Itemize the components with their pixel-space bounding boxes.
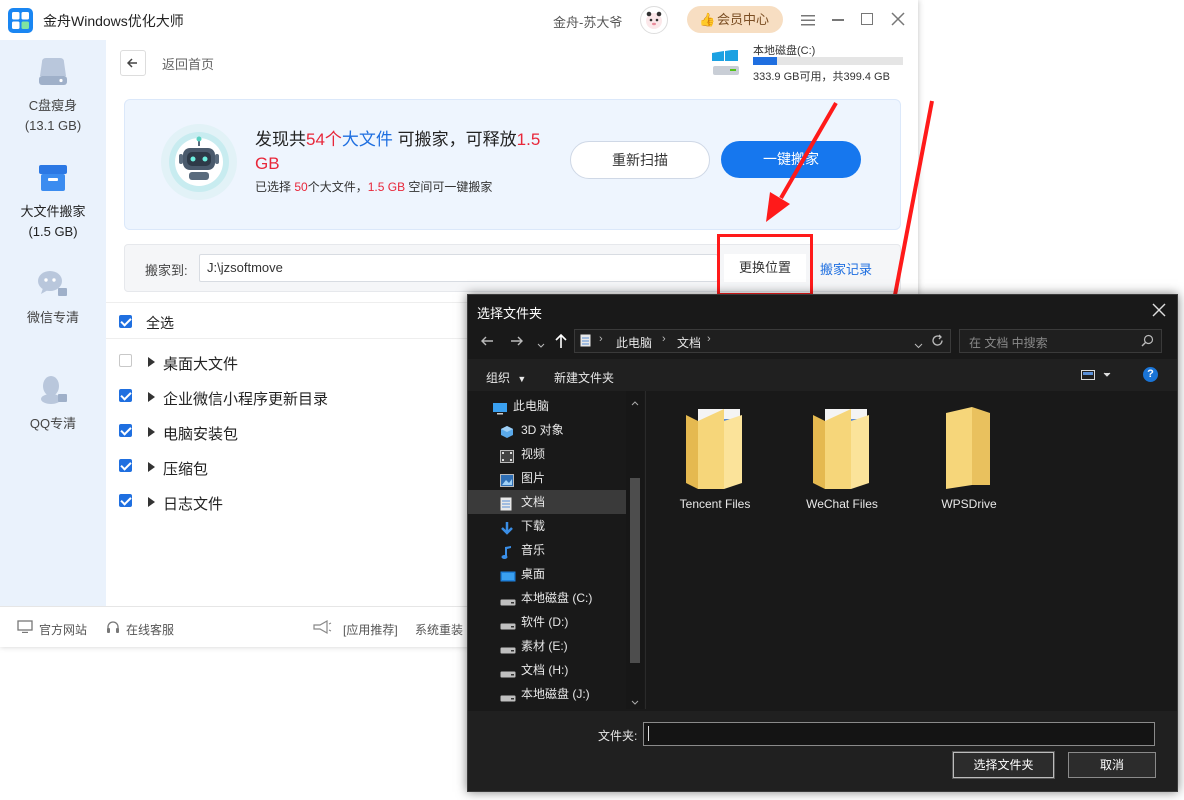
scrollbar-thumb[interactable] xyxy=(630,478,640,663)
text-caret xyxy=(648,726,649,741)
search-placeholder: 在 文档 中搜索 xyxy=(969,336,1048,350)
nav-item-3d对象[interactable]: 3D 对象 xyxy=(468,418,644,442)
toolbar: 组织 ▼ 新建文件夹 ? xyxy=(468,359,1177,391)
folder-name-input[interactable] xyxy=(643,722,1155,746)
search-icon xyxy=(1141,334,1154,347)
nav-up-icon[interactable] xyxy=(554,333,568,349)
3d-icon xyxy=(500,423,514,438)
nav-forward-icon[interactable] xyxy=(510,334,524,348)
cancel-button[interactable]: 取消 xyxy=(1068,752,1156,778)
organize-label: 组织 xyxy=(486,371,511,385)
nav-item-本地磁盘c:[interactable]: 本地磁盘 (C:) xyxy=(468,586,644,610)
drive-icon xyxy=(500,687,516,702)
nav-item-本地磁盘j:[interactable]: 本地磁盘 (J:) xyxy=(468,682,644,706)
nav-item-label: 文档 xyxy=(521,495,546,509)
folder-tencent-files[interactable]: Tencent Files xyxy=(660,405,770,515)
scroll-up-icon[interactable] xyxy=(631,395,639,406)
select-folder-button[interactable]: 选择文件夹 xyxy=(952,751,1055,779)
folder-label: WeChat Files xyxy=(806,497,878,511)
folder-grid: Tencent Files WeChat Files WPSDrive xyxy=(648,391,1177,709)
folder-picker-dialog: 选择文件夹 › 此电脑 › 文档 › 在 文档 中搜索 组织 ▼ 新建文件夹 ?… xyxy=(467,294,1178,792)
annotation-arrowhead-1 xyxy=(766,192,790,222)
help-icon[interactable]: ? xyxy=(1143,367,1158,382)
nav-back-icon[interactable] xyxy=(480,334,494,348)
nav-item-label: 素材 (E:) xyxy=(521,639,568,653)
nav-item-软件d:[interactable]: 软件 (D:) xyxy=(468,610,644,634)
nav-item-label: 此电脑 xyxy=(513,399,550,413)
nav-scrollbar[interactable] xyxy=(626,391,644,709)
recent-dropdown-icon[interactable] xyxy=(537,338,545,348)
dialog-bottom-bar: 文件夹: 选择文件夹 取消 xyxy=(468,711,1177,791)
video-icon xyxy=(500,447,514,463)
folder-label: Tencent Files xyxy=(679,497,751,511)
dialog-title: 选择文件夹 xyxy=(477,306,543,321)
nav-item-素材e:[interactable]: 素材 (E:) xyxy=(468,634,644,658)
nav-item-label: 3D 对象 xyxy=(521,423,564,437)
new-folder-button[interactable]: 新建文件夹 xyxy=(554,369,614,386)
download-icon xyxy=(500,519,514,535)
nav-item-图片[interactable]: 图片 xyxy=(468,466,644,490)
pane-divider xyxy=(645,391,646,709)
nav-item-label: 视频 xyxy=(521,447,546,461)
breadcrumb-separator-icon: › xyxy=(662,333,666,345)
annotation-arrow-2 xyxy=(889,100,934,317)
folder-name-label: 文件夹: xyxy=(598,729,638,743)
nav-item-文档h:[interactable]: 文档 (H:) xyxy=(468,658,644,682)
nav-item-视频[interactable]: 视频 xyxy=(468,442,644,466)
folder-wechat-files[interactable]: WeChat Files xyxy=(787,405,897,515)
nav-item-label: 桌面 xyxy=(521,567,546,581)
folder-wpsdrive[interactable]: WPSDrive xyxy=(914,405,1024,515)
folder-with-files-icon xyxy=(686,409,742,489)
navigation-pane: 此电脑 3D 对象视频图片文档下载音乐桌面本地磁盘 (C:) 软件 (D:) 素材 (… xyxy=(468,391,644,709)
nav-item-label: 音乐 xyxy=(521,543,546,557)
view-options-icon[interactable] xyxy=(1081,369,1111,381)
search-input[interactable]: 在 文档 中搜索 xyxy=(959,329,1162,353)
annotation-arrow-1 xyxy=(779,101,838,200)
picture-icon xyxy=(500,471,514,487)
drive-icon xyxy=(500,591,516,606)
breadcrumb-separator-icon: › xyxy=(599,333,603,345)
nav-item-label: 本地磁盘 (C:) xyxy=(521,591,593,605)
desktop-icon xyxy=(500,567,516,582)
nav-item-音乐[interactable]: 音乐 xyxy=(468,538,644,562)
breadcrumb-documents[interactable]: 文档 xyxy=(677,334,701,351)
address-dropdown-icon[interactable] xyxy=(914,338,923,349)
drive-icon xyxy=(500,663,516,678)
document-icon xyxy=(580,334,591,347)
drive-icon xyxy=(500,639,516,654)
nav-item-label: 下载 xyxy=(521,519,546,533)
nav-item-桌面[interactable]: 桌面 xyxy=(468,562,644,586)
document-icon xyxy=(500,495,514,511)
nav-item-此电脑[interactable]: 此电脑 xyxy=(468,394,644,418)
drive-icon xyxy=(500,615,516,630)
folder-icon xyxy=(946,407,990,489)
nav-item-下载[interactable]: 下载 xyxy=(468,514,644,538)
nav-item-label: 本地磁盘 (J:) xyxy=(521,687,590,701)
pc-icon xyxy=(492,399,507,415)
folder-with-files-icon xyxy=(813,409,869,489)
nav-item-label: 软件 (D:) xyxy=(521,615,569,629)
organize-menu[interactable]: 组织 ▼ xyxy=(486,369,526,386)
address-bar[interactable]: › 此电脑 › 文档 › xyxy=(574,329,951,353)
nav-item-文档[interactable]: 文档 xyxy=(468,490,644,514)
breadcrumb-this-pc[interactable]: 此电脑 xyxy=(616,334,652,351)
breadcrumb-separator-icon: › xyxy=(707,333,711,345)
dialog-close-icon[interactable] xyxy=(1152,303,1166,317)
nav-item-label: 图片 xyxy=(521,471,546,485)
refresh-icon[interactable] xyxy=(931,334,944,347)
folder-label: WPSDrive xyxy=(941,497,997,511)
nav-item-label: 文档 (H:) xyxy=(521,663,569,677)
chevron-down-icon: ▼ xyxy=(517,374,527,384)
scroll-down-icon[interactable] xyxy=(631,695,639,705)
music-icon xyxy=(500,543,514,559)
